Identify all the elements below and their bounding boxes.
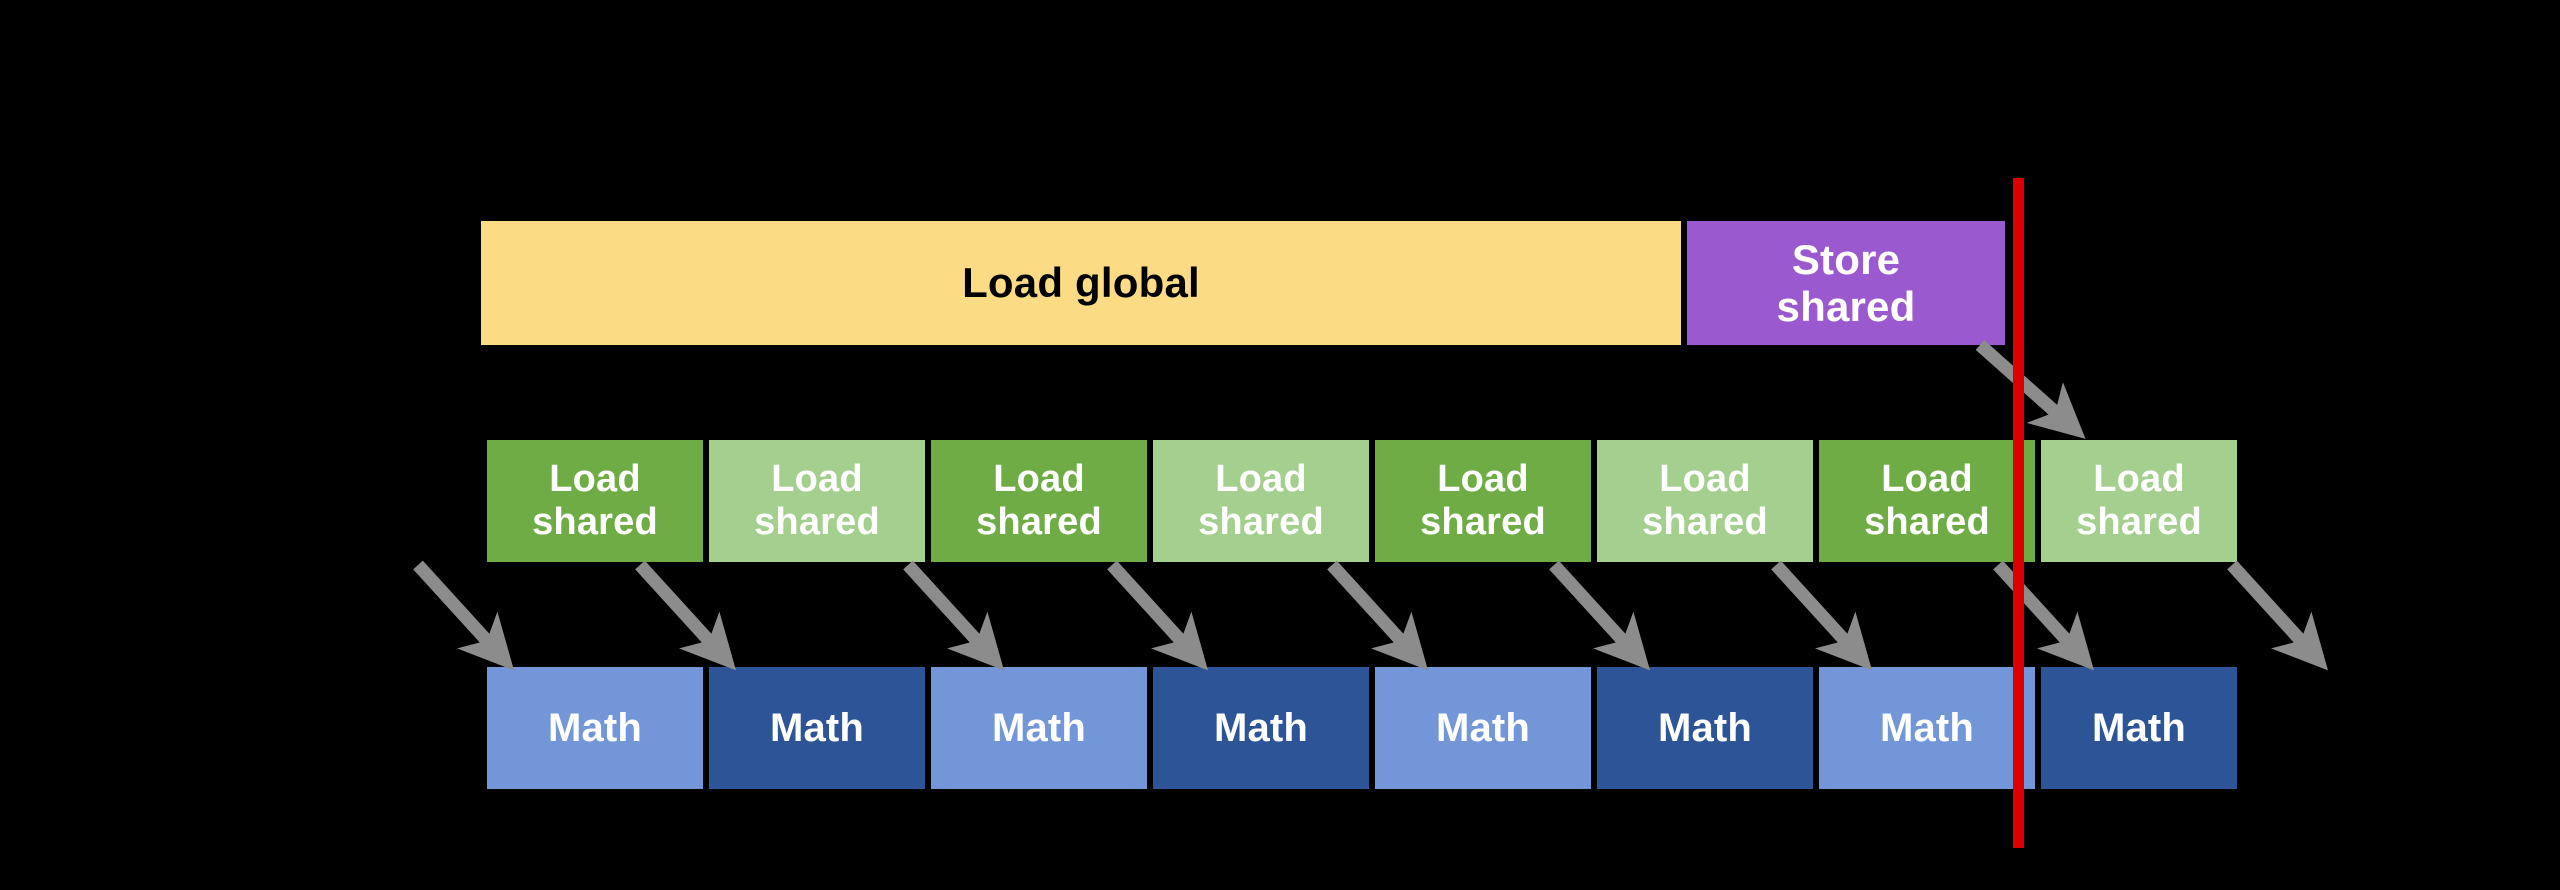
block-math-4: Math [1372,664,1594,792]
sync-barrier-line [2013,178,2024,848]
math-row: Math Math Math Math Math Math Math Math [0,0,2560,890]
block-math-6: Math [1816,664,2038,792]
block-math-0: Math [484,664,706,792]
block-math-2: Math [928,664,1150,792]
pipeline-diagram: Load global Store shared Load shared Load s… [0,0,2560,890]
block-math-7: Math [2038,664,2240,792]
block-math-3: Math [1150,664,1372,792]
block-math-5: Math [1594,664,1816,792]
block-math-1: Math [706,664,928,792]
